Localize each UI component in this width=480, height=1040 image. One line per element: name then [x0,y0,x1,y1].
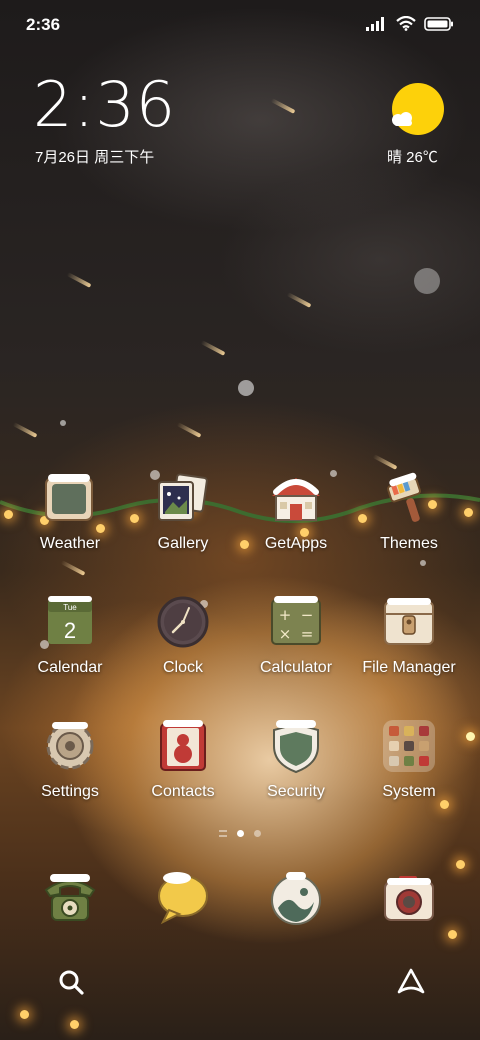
app-contacts[interactable]: Contacts [127,720,239,801]
gallery-app-icon [155,472,211,528]
cloud-icon [392,112,412,126]
app-label: Security [267,783,325,800]
status-time: 2:36 [26,15,61,34]
signal-icon [366,16,384,31]
svg-text:=: = [301,625,314,643]
page-indicator-list-icon [219,830,227,837]
messages-app-icon [153,868,213,928]
calendar-date: 2 [64,618,76,643]
app-system-folder[interactable]: System [353,720,465,801]
svg-text:×: × [279,625,292,643]
file-manager-app-icon [381,596,437,652]
clock-widget-date: 7月26日 周三下午 [35,149,155,166]
app-themes[interactable]: Themes [353,472,465,553]
phone-app-icon [40,868,100,928]
dock-phone[interactable] [14,868,126,928]
page-indicator[interactable] [0,830,480,837]
app-label: GetApps [264,535,328,552]
app-label: Themes [380,535,438,552]
dock-messages[interactable] [127,868,239,928]
app-label: Contacts [151,783,215,800]
app-getapps[interactable]: GetApps [240,472,352,553]
app-label: Settings [41,783,99,800]
page-dot [254,830,261,837]
themes-app-icon [381,472,437,528]
app-label: Calendar [37,659,103,676]
settings-app-icon [42,720,98,776]
dock-browser[interactable] [240,868,352,928]
app-settings[interactable]: Settings [14,720,126,801]
app-calculator[interactable]: + − × = Calculator [240,596,352,677]
camera-app-icon [379,868,439,928]
status-bar: 2:36 [0,0,480,48]
security-app-icon [268,720,324,776]
page-dot-active [237,830,244,837]
app-label: Weather [39,535,101,552]
search-icon[interactable] [56,967,86,997]
calculator-app-icon: + − × = [268,596,324,652]
weather-condition-temp: 晴 26℃ [387,149,438,166]
svg-text:+: + [279,606,292,624]
svg-text:−: − [301,606,314,624]
dock-camera[interactable] [353,868,465,928]
battery-icon [424,16,453,31]
app-weather[interactable]: Weather [14,472,126,553]
browser-app-icon [266,868,326,928]
app-security[interactable]: Security [240,720,352,801]
app-file-manager[interactable]: File Manager [353,596,465,677]
app-launcher-icon[interactable] [396,967,426,997]
sunny-icon[interactable] [392,83,444,135]
system-folder-icon [381,720,437,776]
app-label: Gallery [157,535,209,552]
clock-widget-time[interactable]: 2:36 [33,74,176,136]
app-label: File Manager [362,659,456,676]
app-gallery[interactable]: Gallery [127,472,239,553]
bottom-bar [0,955,480,1011]
app-clock[interactable]: Clock [127,596,239,677]
app-label: Clock [162,659,203,676]
weather-app-icon [42,472,98,528]
wifi-icon [396,16,416,31]
calendar-day: Tue [63,603,77,612]
calendar-app-icon: Tue 2 [42,596,98,652]
app-calendar[interactable]: Tue 2 Calendar [14,596,126,677]
app-label: Calculator [259,659,333,676]
contacts-app-icon [155,720,211,776]
getapps-app-icon [268,472,324,528]
app-label: System [382,783,436,800]
clock-app-icon [155,596,211,652]
